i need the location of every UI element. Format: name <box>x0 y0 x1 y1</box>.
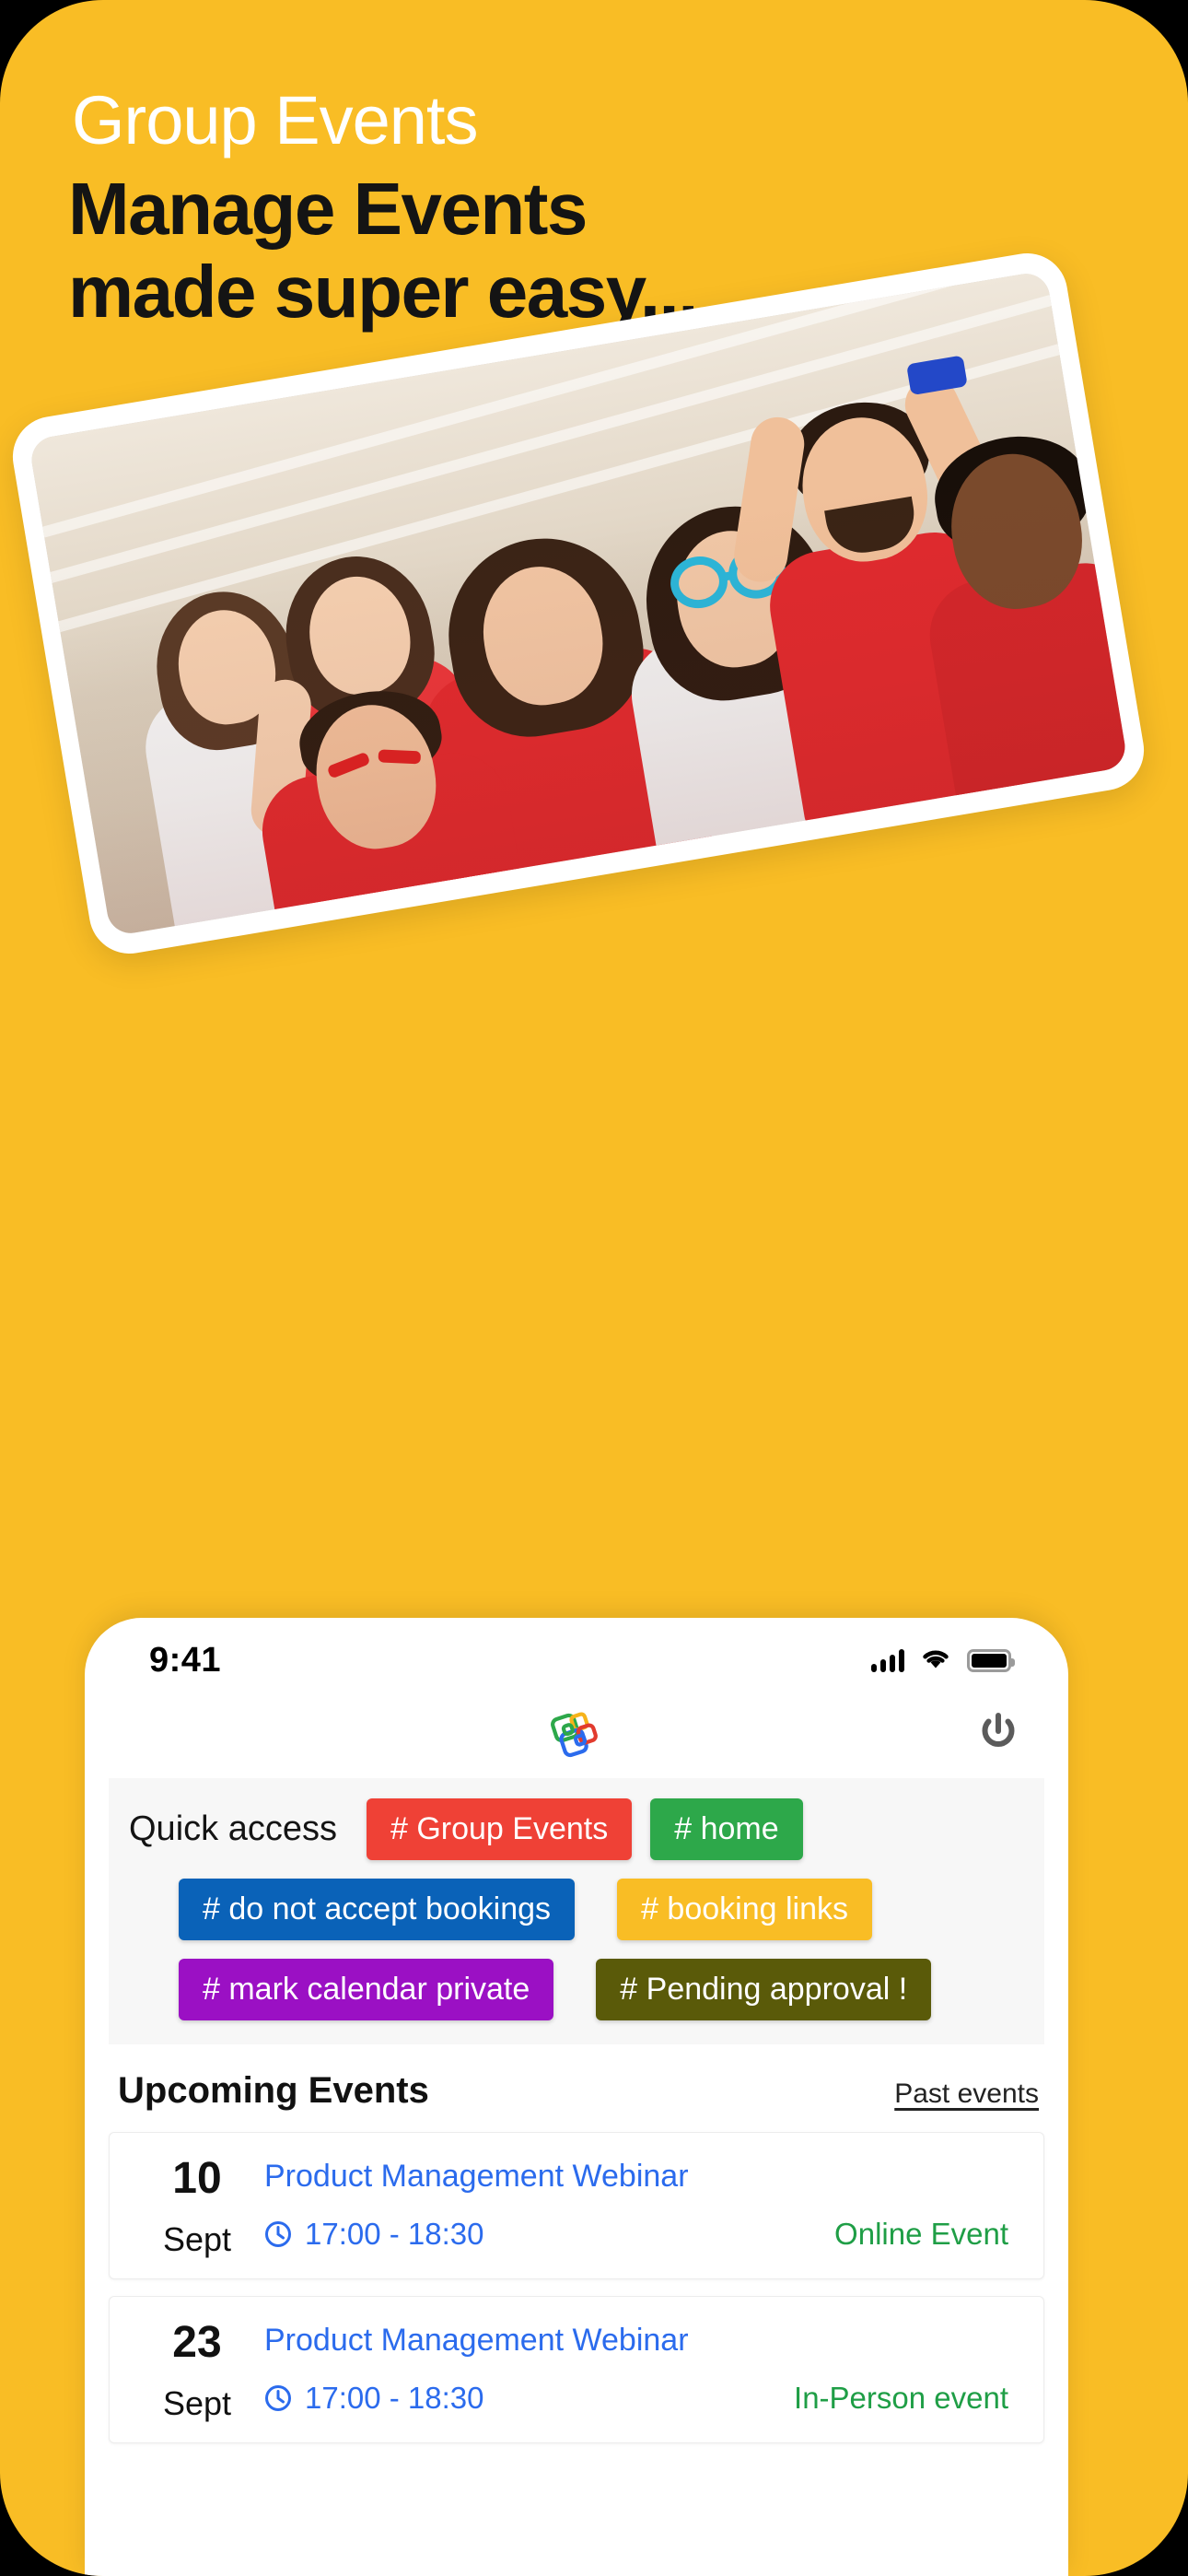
phone-mockup: 9:41 Quick access # Group Events # home … <box>85 1618 1068 2576</box>
events-header: Upcoming Events Past events <box>109 2044 1044 2132</box>
promo-poster: Group Events Manage Events made super ea… <box>0 0 1188 2576</box>
event-month: Sept <box>162 2220 232 2258</box>
event-card[interactable]: 10 Sept Product Management Webinar 17:00… <box>109 2132 1044 2279</box>
hero-photo <box>28 270 1129 937</box>
battery-full-icon <box>967 1648 1015 1672</box>
quick-access-row-1: Quick access # Group Events # home <box>129 1798 1024 1860</box>
event-day: 10 <box>172 2154 222 2203</box>
wifi-icon <box>920 1646 951 1675</box>
quick-access-panel: Quick access # Group Events # home # do … <box>109 1778 1044 2044</box>
event-details: Product Management Webinar 17:00 - 18:30 <box>257 2153 1016 2256</box>
event-time-text: 17:00 - 18:30 <box>305 2381 484 2415</box>
event-date: 23 Sept <box>137 2317 257 2420</box>
events-title: Upcoming Events <box>118 2070 429 2111</box>
clock-icon <box>264 2384 292 2412</box>
event-mode: In-Person event <box>794 2381 1008 2415</box>
event-month: Sept <box>162 2384 232 2422</box>
event-mode: Online Event <box>834 2217 1008 2251</box>
headline-line-1: Manage Events <box>68 168 588 250</box>
app-logo-icon[interactable] <box>548 1704 605 1762</box>
app-header <box>85 1693 1068 1773</box>
event-title[interactable]: Product Management Webinar <box>264 2323 1016 2359</box>
power-icon[interactable] <box>973 1707 1024 1759</box>
hero-photo-card <box>6 247 1150 960</box>
clock-icon <box>264 2220 292 2248</box>
headline-line-2: made super easy... <box>68 251 699 333</box>
event-day: 23 <box>172 2318 222 2367</box>
events-section: Upcoming Events Past events 10 Sept Prod… <box>85 2044 1068 2443</box>
cellular-signal-icon <box>871 1648 904 1672</box>
chip-do-not-accept-bookings[interactable]: # do not accept bookings <box>179 1879 576 1940</box>
past-events-link[interactable]: Past events <box>894 2078 1039 2110</box>
event-time: 17:00 - 18:30 <box>264 2381 484 2416</box>
event-date: 10 Sept <box>137 2153 257 2256</box>
chip-pending-approval[interactable]: # Pending approval ! <box>596 1959 932 2020</box>
status-bar: 9:41 <box>85 1618 1068 1693</box>
event-card[interactable]: 23 Sept Product Management Webinar 17:00… <box>109 2296 1044 2443</box>
chip-booking-links[interactable]: # booking links <box>617 1879 872 1940</box>
chip-group-events[interactable]: # Group Events <box>366 1798 633 1860</box>
eyebrow-title: Group Events <box>72 82 478 158</box>
event-time: 17:00 - 18:30 <box>264 2217 484 2252</box>
quick-access-row-3: # mark calendar private # Pending approv… <box>129 1959 1024 2020</box>
quick-access-label: Quick access <box>129 1809 337 1848</box>
quick-access-row-2: # do not accept bookings # booking links <box>129 1879 1024 1940</box>
event-time-text: 17:00 - 18:30 <box>305 2217 484 2251</box>
event-footer: 17:00 - 18:30 In-Person event <box>264 2381 1016 2416</box>
chip-mark-calendar-private[interactable]: # mark calendar private <box>179 1959 554 2020</box>
event-details: Product Management Webinar 17:00 - 18:30 <box>257 2317 1016 2420</box>
status-icons <box>871 1646 1015 1675</box>
event-title[interactable]: Product Management Webinar <box>264 2159 1016 2195</box>
status-time: 9:41 <box>149 1640 222 1680</box>
chip-home[interactable]: # home <box>650 1798 803 1860</box>
event-footer: 17:00 - 18:30 Online Event <box>264 2217 1016 2252</box>
